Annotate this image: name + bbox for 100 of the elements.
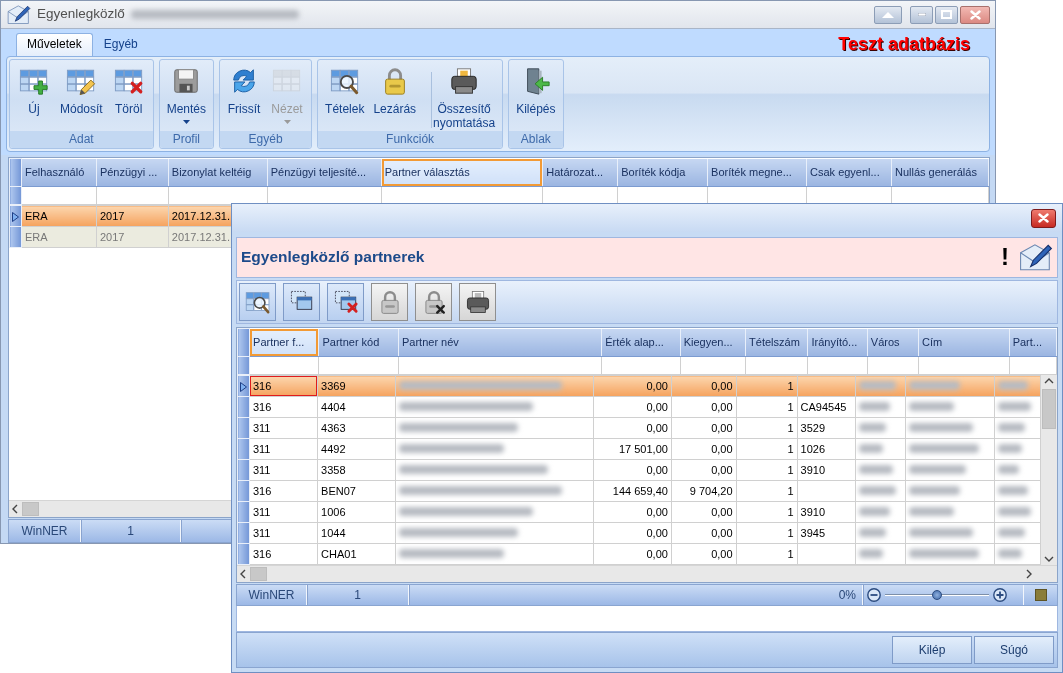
column-header[interactable]: Partner f... [249, 328, 319, 357]
column-header[interactable]: Part... [1009, 328, 1057, 357]
table-row[interactable]: 316 4404 0,00 0,00 1 CA94545 [237, 396, 1041, 418]
cell-text: ERA [25, 209, 48, 222]
row-pointer-icon [12, 211, 19, 222]
blurred-text [859, 506, 890, 516]
maximize-button[interactable] [935, 5, 958, 24]
ribbon-button[interactable]: Új [13, 62, 55, 131]
table-cell: 311 [249, 438, 318, 460]
table-row[interactable]: 316 3369 0,00 0,00 1 [237, 375, 1041, 397]
filter-field[interactable] [319, 356, 399, 375]
minimize-icon [917, 13, 926, 16]
table-cell: 0,00 [593, 417, 672, 439]
table-cell: 0,00 [593, 375, 672, 397]
filter-field[interactable] [96, 186, 169, 205]
column-header[interactable]: Határozat... [542, 158, 618, 187]
filter-field[interactable] [680, 356, 746, 375]
blurred-text [859, 422, 887, 432]
minimize-button[interactable] [910, 5, 933, 24]
filter-field[interactable] [1009, 356, 1057, 375]
close-button[interactable] [1031, 208, 1056, 228]
filter-field[interactable] [918, 356, 1010, 375]
blurred-text [909, 443, 979, 453]
table-cell: 316 [249, 375, 318, 397]
help-button[interactable]: Súgó [974, 636, 1054, 664]
column-header[interactable]: Boríték megne... [707, 158, 807, 187]
ribbon-button[interactable]: Lezárás [369, 62, 421, 131]
column-header[interactable]: Boríték kódja [617, 158, 708, 187]
table-cell: 0,00 [593, 522, 672, 544]
printer-icon [464, 289, 491, 315]
chevron-right-icon [1026, 569, 1032, 579]
blurred-text [909, 548, 979, 558]
group-label: Profil [159, 131, 214, 148]
filter-field[interactable] [867, 356, 919, 375]
exit-button[interactable]: Kilép [892, 636, 972, 664]
slider-thumb[interactable] [932, 590, 942, 600]
table-cell: 0,00 [671, 543, 737, 565]
collapse-ribbon-button[interactable] [874, 5, 902, 24]
column-header[interactable]: Cím [918, 328, 1010, 357]
table-row[interactable]: 311 4492 17 501,00 0,00 1 1026 [237, 438, 1041, 460]
ribbon-button[interactable]: Frissít [223, 62, 266, 131]
horizontal-scrollbar[interactable] [237, 565, 1057, 582]
row-header[interactable] [237, 375, 250, 397]
filter-field[interactable] [745, 356, 808, 375]
row-header[interactable] [9, 205, 22, 227]
table-cell: 1044 [317, 522, 396, 544]
table-cell: BEN07 [317, 480, 396, 502]
filter-field[interactable] [398, 356, 602, 375]
blurred-text [909, 380, 960, 390]
close-icon [1038, 213, 1049, 223]
filter-field[interactable] [807, 356, 868, 375]
blurred-text [859, 527, 887, 537]
table-cell: 1 [736, 417, 798, 439]
table-row[interactable]: 316 CHA01 0,00 0,00 1 [237, 543, 1041, 565]
column-header[interactable]: Irányító... [807, 328, 868, 357]
ribbon-button[interactable]: Tételek [321, 62, 369, 131]
scrollbar-thumb[interactable] [250, 567, 267, 581]
caret-icon [182, 120, 190, 124]
table-cell: 0,00 [593, 501, 672, 523]
column-header[interactable]: Pénzügyi ... [96, 158, 169, 187]
column-header[interactable]: Felhasználó [21, 158, 97, 187]
column-header[interactable]: Érték alap... [601, 328, 681, 357]
ribbon-button[interactable]: Kilépés [512, 62, 560, 131]
column-header[interactable]: Partner választás [381, 158, 543, 187]
table-cell: 144 659,40 [593, 480, 672, 502]
column-header[interactable]: Kiegyen... [680, 328, 746, 357]
ribbon-button[interactable]: Mentés [162, 62, 211, 131]
filter-field[interactable] [601, 356, 681, 375]
ribbon-tab[interactable]: Egyéb [92, 33, 149, 56]
vertical-scrollbar[interactable] [1041, 375, 1057, 565]
column-header[interactable]: Pénzügyi teljesíté... [267, 158, 382, 187]
table-cell: 1 [736, 396, 798, 418]
column-header[interactable]: Nullás generálás [891, 158, 989, 187]
scrollbar-thumb[interactable] [22, 502, 39, 516]
toolbar-button[interactable] [239, 283, 276, 321]
column-header[interactable]: Tételszám [745, 328, 808, 357]
filter-field[interactable] [249, 356, 319, 375]
table-row[interactable]: 316 BEN07 144 659,40 9 704,20 1 [237, 480, 1041, 502]
column-header[interactable]: Partner kód [319, 328, 399, 357]
zoom-slider[interactable] [885, 590, 989, 600]
table-cell: 316 [249, 480, 318, 502]
column-header[interactable]: Partner név [398, 328, 602, 357]
table-row[interactable]: 311 3358 0,00 0,00 1 3910 [237, 459, 1041, 481]
column-header[interactable]: Város [867, 328, 919, 357]
close-icon [969, 9, 981, 20]
table-row[interactable]: 311 1044 0,00 0,00 1 3945 [237, 522, 1041, 544]
dialog-title: Egyenlegközlő partnerek [241, 247, 425, 267]
blurred-text [859, 380, 896, 390]
column-header[interactable]: Csak egyenl... [806, 158, 892, 187]
ribbon-button[interactable]: Módosít [56, 62, 107, 131]
table-cell: 0,00 [593, 459, 672, 481]
filter-field[interactable] [21, 186, 97, 205]
table-row[interactable]: 311 4363 0,00 0,00 1 3529 [237, 417, 1041, 439]
table-row[interactable]: 311 1006 0,00 0,00 1 3910 [237, 501, 1041, 523]
group-label: Ablak [509, 131, 563, 148]
ribbon-button[interactable]: Töröl [107, 62, 150, 131]
table-cell: 316 [249, 396, 318, 418]
column-header[interactable]: Bizonylat keltéig [168, 158, 268, 187]
ribbon-tab[interactable]: Műveletek [16, 33, 93, 56]
scrollbar-thumb[interactable] [1042, 389, 1056, 429]
